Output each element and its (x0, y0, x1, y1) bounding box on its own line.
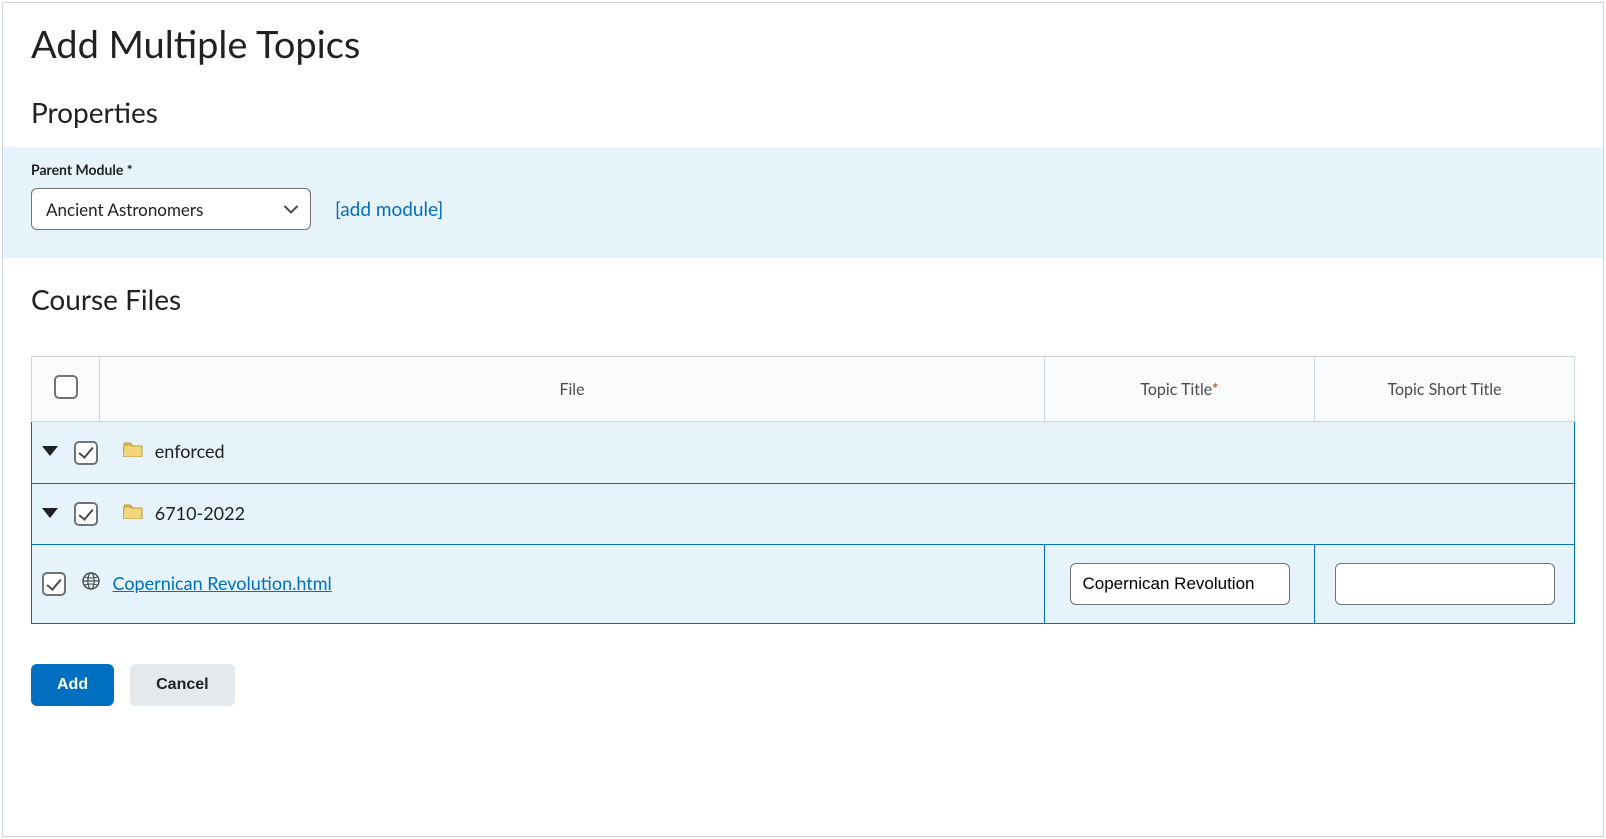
select-all-checkbox[interactable] (54, 375, 78, 399)
parent-module-label: Parent Module * (31, 161, 1575, 178)
row-checkbox[interactable] (74, 502, 98, 526)
row-checkbox[interactable] (42, 572, 66, 596)
add-module-link[interactable]: [add module] (335, 198, 443, 221)
folder-label: enforced (155, 440, 225, 462)
folder-icon (123, 441, 143, 461)
folder-label: 6710-2022 (155, 502, 245, 524)
globe-icon (82, 572, 100, 594)
page-title: Add Multiple Topics (31, 21, 1575, 67)
topic-title-input[interactable] (1070, 563, 1290, 605)
expand-toggle-icon[interactable] (42, 446, 58, 456)
table-row: enforced (32, 422, 1575, 484)
topic-title-column-header: Topic Title* (1045, 357, 1315, 422)
folder-icon (123, 503, 143, 523)
properties-heading: Properties (31, 95, 1575, 129)
parent-module-select[interactable]: Ancient Astronomers (31, 188, 311, 230)
course-files-table: File Topic Title* Topic Short Title (31, 356, 1575, 624)
chevron-down-icon (284, 200, 298, 219)
required-star: * (1212, 380, 1219, 399)
properties-panel: Parent Module * Ancient Astronomers [add… (3, 147, 1603, 258)
parent-module-selected-value: Ancient Astronomers (46, 199, 203, 220)
file-column-header: File (100, 357, 1045, 422)
row-checkbox[interactable] (74, 441, 98, 465)
topic-short-title-column-header: Topic Short Title (1315, 357, 1575, 422)
expand-toggle-icon[interactable] (42, 508, 58, 518)
table-row: Copernican Revolution.html (32, 545, 1575, 624)
course-files-heading: Course Files (31, 282, 1575, 316)
select-all-header (32, 357, 100, 422)
file-link[interactable]: Copernican Revolution.html (113, 572, 332, 594)
add-button[interactable]: Add (31, 664, 114, 706)
cancel-button[interactable]: Cancel (130, 664, 234, 706)
topic-title-header-text: Topic Title (1140, 380, 1211, 399)
topic-short-title-input[interactable] (1335, 563, 1555, 605)
table-row: 6710-2022 (32, 483, 1575, 545)
